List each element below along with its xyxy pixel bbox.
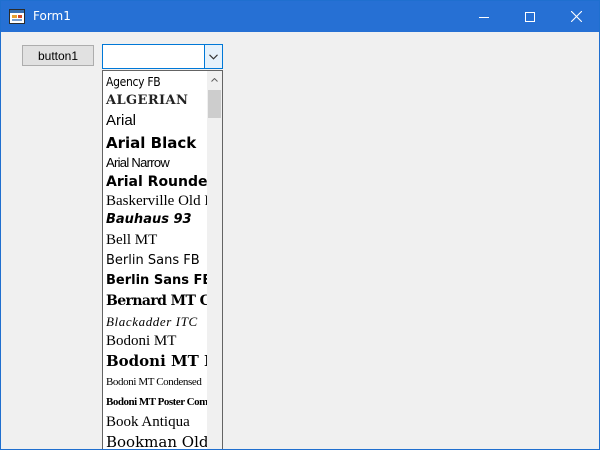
font-item-agency-fb[interactable]: Agency FB	[106, 72, 161, 92]
maximize-icon	[525, 11, 535, 22]
font-item-bodoni-mt-black[interactable]: Bodoni MT Black	[106, 351, 207, 371]
list-scrollbar[interactable]	[207, 71, 222, 449]
window-title: Form1	[33, 9, 71, 23]
font-item-arial-narrow[interactable]: Arial Narrow	[106, 153, 170, 173]
font-item-blackadder[interactable]: Blackadder ITC	[106, 312, 198, 332]
minimize-icon	[479, 16, 489, 18]
font-item-berlin-sans[interactable]: Berlin Sans FB	[106, 251, 200, 271]
font-item-bernard-mt[interactable]: Bernard MT Condensed	[106, 291, 207, 311]
font-item-bookman[interactable]: Bookman Old Style	[106, 432, 207, 449]
title-bar[interactable]: Form1	[1, 1, 599, 32]
combobox-dropdown-button[interactable]	[204, 45, 222, 68]
font-item-bodoni-mt[interactable]: Bodoni MT	[106, 331, 176, 351]
chevron-down-icon	[209, 53, 218, 60]
font-item-arial-black[interactable]: Arial Black	[106, 133, 196, 153]
font-item-bell-mt[interactable]: Bell MT	[106, 230, 157, 250]
close-button[interactable]	[553, 1, 599, 32]
font-item-bodoni-poster[interactable]: Bodoni MT Poster Compressed	[106, 392, 207, 412]
form-app-icon	[9, 9, 25, 24]
font-item-algerian[interactable]: ALGERIAN	[106, 91, 188, 111]
form-client-area: button1	[1, 32, 599, 449]
font-item-arial-rounded[interactable]: Arial Rounded MT Bold	[106, 172, 207, 192]
combobox-value[interactable]	[105, 45, 205, 68]
chevron-up-icon	[211, 77, 218, 82]
font-item-baskerville[interactable]: Baskerville Old Face	[106, 191, 207, 211]
font-dropdown-list[interactable]: Agency FB ALGERIAN Arial Arial Black Ari…	[102, 70, 223, 449]
font-item-book-antiqua[interactable]: Book Antiqua	[106, 412, 190, 432]
font-combobox[interactable]	[102, 44, 223, 69]
font-list[interactable]: Agency FB ALGERIAN Arial Arial Black Ari…	[103, 71, 207, 449]
maximize-button[interactable]	[507, 1, 553, 32]
button1[interactable]: button1	[22, 45, 94, 66]
minimize-button[interactable]	[461, 1, 507, 32]
scroll-thumb[interactable]	[208, 90, 221, 118]
form1-window: Form1 button1 Agency FB ALGERIAN Arial A…	[0, 0, 600, 450]
font-item-arial[interactable]: Arial	[106, 111, 136, 131]
scroll-up-button[interactable]	[207, 71, 222, 88]
font-item-bodoni-condensed[interactable]: Bodoni MT Condensed	[106, 372, 202, 392]
font-item-berlin-sans-demi[interactable]: Berlin Sans FB Demi	[106, 271, 207, 291]
close-icon	[570, 11, 582, 22]
font-item-bauhaus[interactable]: Bauhaus 93	[106, 210, 192, 230]
